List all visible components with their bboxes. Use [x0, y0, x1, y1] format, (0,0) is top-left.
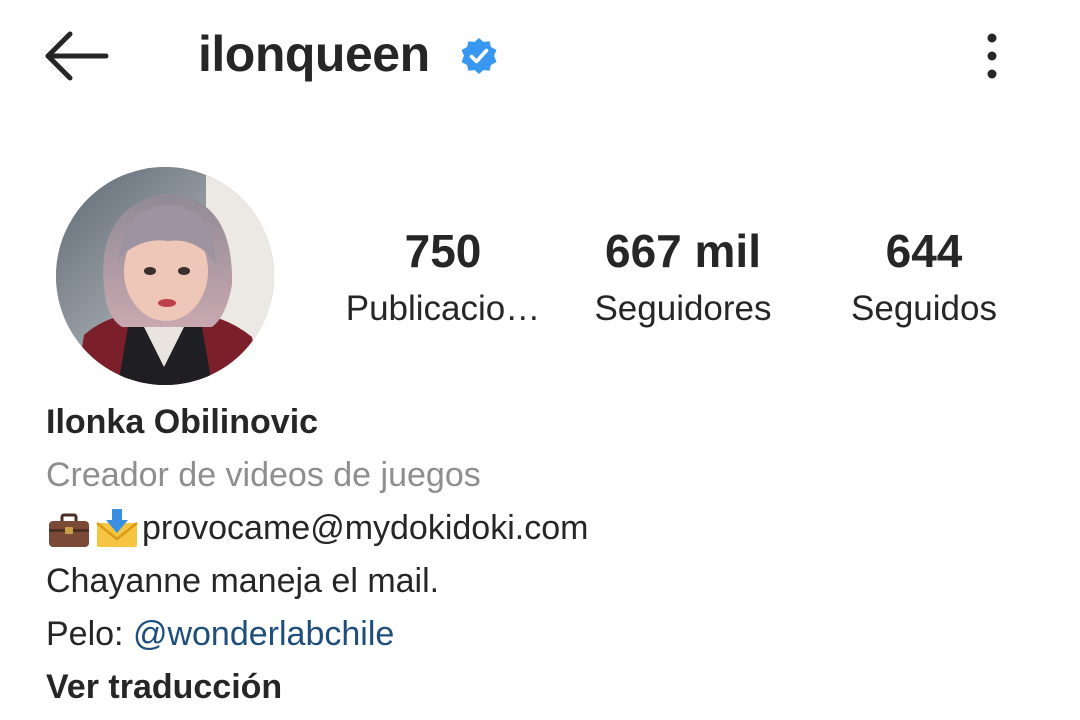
stat-followers[interactable]: 667 mil Seguidores [578, 222, 788, 332]
briefcase-emoji-icon [49, 513, 89, 547]
bio-text-line: Chayanne maneja el mail. [46, 562, 440, 600]
bio-hair-prefix: Pelo: [46, 615, 133, 653]
back-button[interactable] [38, 24, 114, 88]
see-translation-button[interactable]: Ver traducción [46, 661, 1046, 714]
stat-posts-label: Publicacio… [345, 289, 541, 328]
profile-avatar[interactable] [56, 167, 274, 385]
more-vertical-icon [987, 33, 997, 79]
bio-hair-line: Pelo: @wonderlabchile [46, 608, 1046, 661]
more-options-button[interactable] [972, 30, 1012, 82]
verified-badge-icon [461, 38, 497, 74]
incoming-envelope-emoji-icon [96, 508, 138, 547]
stat-following[interactable]: 644 Seguidos [826, 222, 1022, 332]
stat-followers-label: Seguidores [594, 289, 772, 328]
bio-email-line: provocame@mydokidoki.com [46, 502, 1046, 555]
profile-category: Creador de videos de juegos [46, 456, 481, 494]
profile-username: ilonqueen [198, 26, 430, 82]
arrow-left-icon [45, 31, 109, 81]
profile-header: ilonqueen [0, 0, 1080, 112]
stat-posts[interactable]: 750 Publicacio… [337, 222, 549, 332]
avatar-photo [56, 167, 274, 385]
stat-posts-count: 750 [404, 225, 482, 277]
profile-bio: Ilonka Obilinovic Creador de videos de j… [46, 396, 1046, 714]
profile-full-name: Ilonka Obilinovic [46, 403, 319, 441]
profile-screen: ilonqueen 750 Publicacio… 667 mil Seguid… [0, 0, 1080, 720]
stat-following-count: 644 [885, 225, 963, 277]
stat-followers-count: 667 mil [605, 225, 761, 277]
bio-email[interactable]: provocame@mydokidoki.com [142, 502, 588, 555]
stat-following-label: Seguidos [851, 289, 997, 328]
bio-mention-link[interactable]: @wonderlabchile [133, 615, 394, 653]
